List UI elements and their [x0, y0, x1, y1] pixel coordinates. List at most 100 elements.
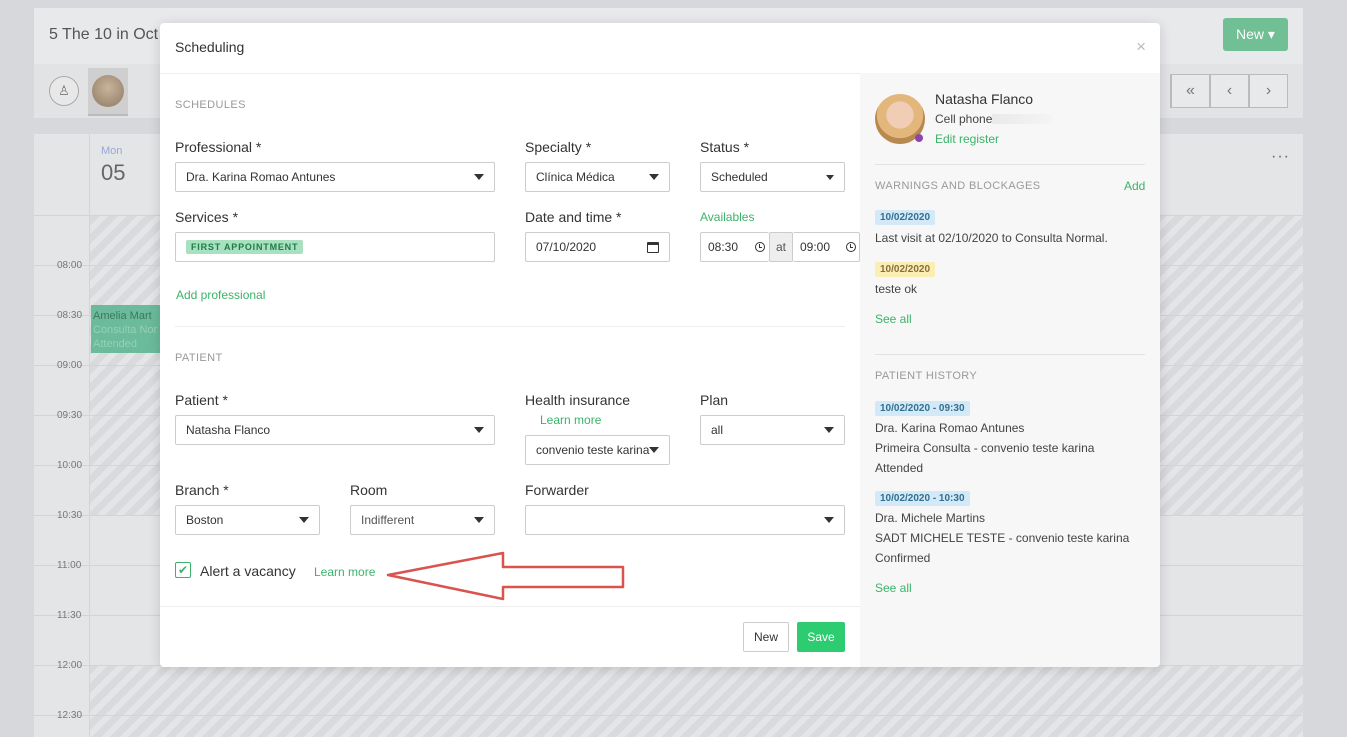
branch-label: Branch *: [175, 482, 229, 498]
alert-vacancy-checkbox[interactable]: ✔: [175, 562, 191, 578]
close-icon[interactable]: ×: [1136, 37, 1146, 57]
specialty-select[interactable]: Clínica Médica: [525, 162, 670, 192]
chevron-down-icon: [299, 517, 309, 523]
warning-date-badge: 10/02/2020: [875, 210, 936, 225]
more-options-icon[interactable]: ···: [1271, 148, 1290, 166]
first-page-button[interactable]: «: [1171, 74, 1210, 108]
professional-avatar-tab[interactable]: [88, 68, 128, 116]
health-insurance-select[interactable]: convenio teste karina: [525, 435, 670, 465]
services-input[interactable]: FIRST APPOINTMENT: [175, 232, 495, 262]
room-label: Room: [350, 482, 388, 498]
chevron-down-icon: [474, 427, 484, 433]
chevron-down-icon: [474, 517, 484, 523]
forwarder-label: Forwarder: [525, 482, 589, 498]
time-label: 12:00: [57, 660, 83, 671]
clock-icon[interactable]: [846, 242, 856, 252]
health-insurance-label: Health insurance: [525, 392, 631, 408]
event-service: Consulta Nor: [93, 324, 158, 336]
professional-select[interactable]: Dra. Karina Romao Antunes: [175, 162, 495, 192]
history-date-badge: 10/02/2020 - 10:30: [875, 491, 970, 506]
at-separator: at: [769, 232, 793, 262]
room-value: Indifferent: [361, 513, 415, 527]
section-divider: [175, 326, 845, 327]
patient-select[interactable]: Natasha Flanco: [175, 415, 495, 445]
specialty-label: Specialty *: [525, 139, 592, 155]
chevron-down-icon: [649, 447, 659, 453]
start-time-input[interactable]: 08:30: [700, 232, 769, 262]
patient-label: Patient *: [175, 392, 228, 408]
specialty-value: Clínica Médica: [536, 170, 615, 184]
warning-text: Last visit at 02/10/2020 to Consulta Nor…: [875, 231, 1108, 245]
calendar-event[interactable]: Amelia Mart Consulta Nor Attended: [91, 305, 161, 353]
health-insurance-value: convenio teste karina: [536, 443, 650, 457]
header-divider: [160, 73, 860, 74]
previous-button[interactable]: ‹: [1210, 74, 1249, 108]
time-label: 09:00: [57, 360, 83, 371]
service-tag[interactable]: FIRST APPOINTMENT: [186, 240, 304, 254]
branch-value: Boston: [186, 513, 224, 527]
grid-line: [34, 715, 1303, 716]
status-dot-icon: [915, 134, 923, 142]
save-button[interactable]: Save: [797, 622, 845, 652]
time-label: 11:30: [57, 610, 82, 621]
cell-phone-value: [992, 114, 1052, 124]
history-service: SADT MICHELE TESTE - convenio teste kari…: [875, 531, 1130, 545]
new-appointment-button[interactable]: New: [743, 622, 789, 652]
patient-value: Natasha Flanco: [186, 423, 271, 437]
plan-value: all: [711, 423, 724, 437]
schedules-section-title: SCHEDULES: [175, 99, 246, 111]
warning-text: teste ok: [875, 282, 918, 296]
alert-vacancy-learn-more-link[interactable]: Learn more: [314, 565, 375, 579]
add-professional-link[interactable]: Add professional: [176, 288, 265, 302]
history-date-badge: 10/02/2020 - 09:30: [875, 401, 970, 416]
history-status: Confirmed: [875, 551, 931, 565]
end-time-value: 09:00: [800, 240, 831, 254]
history-see-all-link[interactable]: See all: [875, 581, 912, 595]
alert-vacancy-label: Alert a vacancy: [200, 563, 296, 579]
warnings-see-all-link[interactable]: See all: [875, 312, 912, 326]
history-professional: Dra. Karina Romao Antunes: [875, 421, 1025, 435]
history-service: Primeira Consulta - convenio teste karin…: [875, 441, 1095, 455]
patient-name: Natasha Flanco: [935, 91, 1034, 107]
day-name: Mon: [101, 145, 123, 157]
add-warning-link[interactable]: Add: [1124, 179, 1145, 193]
room-select[interactable]: Indifferent: [350, 505, 495, 535]
status-label: Status *: [700, 139, 750, 155]
clock-icon[interactable]: [755, 242, 765, 252]
patient-history-title: PATIENT HISTORY: [875, 370, 978, 382]
chevron-down-icon: [649, 174, 659, 180]
patient-avatar: [875, 94, 925, 144]
forwarder-select[interactable]: [525, 505, 845, 535]
status-select[interactable]: Scheduled: [700, 162, 845, 192]
plan-select[interactable]: all: [700, 415, 845, 445]
blocked-slots: [90, 665, 1303, 737]
date-time-label: Date and time *: [525, 209, 622, 225]
availables-link[interactable]: Availables: [700, 210, 754, 224]
cell-phone-label: Cell phone: [935, 112, 993, 126]
calendar-icon[interactable]: [647, 241, 659, 253]
plan-label: Plan: [700, 392, 729, 408]
end-time-input[interactable]: 09:00: [793, 232, 860, 262]
next-button[interactable]: ›: [1249, 74, 1288, 108]
time-label: 12:30: [57, 710, 83, 721]
patient-section-title: PATIENT: [175, 352, 223, 364]
avatar: [92, 75, 124, 107]
chevron-down-icon: [474, 174, 484, 180]
status-value: Scheduled: [711, 170, 768, 184]
time-label: 08:30: [57, 310, 83, 321]
warnings-title: WARNINGS AND BLOCKAGES: [875, 180, 1041, 192]
professional-filter-icon[interactable]: ♙: [49, 76, 79, 106]
branch-select[interactable]: Boston: [175, 505, 320, 535]
time-label: 11:00: [57, 560, 82, 571]
time-label: 10:00: [57, 460, 83, 471]
date-value: 07/10/2020: [536, 240, 597, 254]
chevron-down-icon: [826, 174, 834, 180]
services-label: Services *: [175, 209, 239, 225]
professional-value: Dra. Karina Romao Antunes: [186, 170, 336, 184]
edit-register-link[interactable]: Edit register: [935, 132, 999, 146]
date-input[interactable]: 07/10/2020: [525, 232, 670, 262]
calendar-title: 5 The 10 in Oct: [49, 26, 159, 43]
new-button[interactable]: New ▾: [1223, 18, 1288, 51]
health-insurance-learn-more-link[interactable]: Learn more: [540, 413, 601, 427]
modal-title: Scheduling: [175, 39, 245, 55]
